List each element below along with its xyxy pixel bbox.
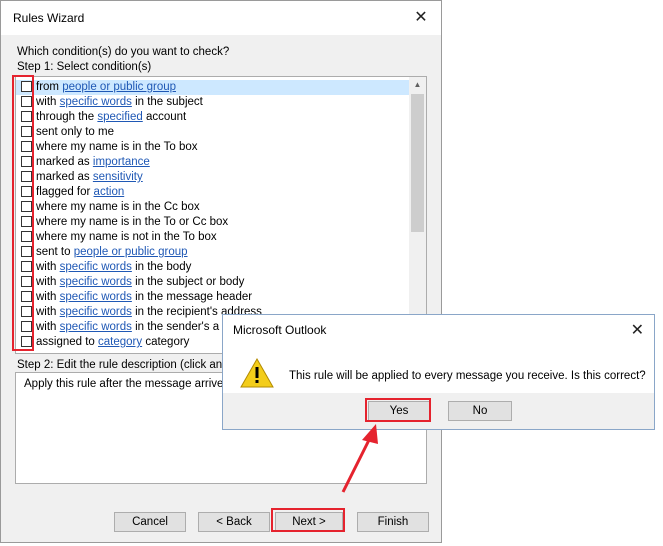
conditions-list[interactable]: from people or public group with specific…	[15, 76, 427, 354]
condition-text: in the subject or body	[131, 276, 245, 288]
wizard-title: Rules Wizard	[13, 11, 85, 25]
close-icon[interactable]: ✕	[631, 320, 644, 340]
condition-text: sent only to me	[36, 126, 114, 138]
condition-text: in the sender's a	[131, 321, 220, 333]
condition-row[interactable]: marked as importance	[16, 155, 410, 170]
condition-text: account	[142, 111, 187, 123]
condition-link[interactable]: specific words	[60, 276, 132, 288]
condition-row[interactable]: with specific words in the subject	[16, 95, 410, 110]
annotation-arrow	[341, 424, 378, 493]
finish-button[interactable]: Finish	[357, 512, 429, 532]
condition-row[interactable]: where my name is in the Cc box	[16, 200, 410, 215]
condition-row[interactable]: where my name is not in the To box	[16, 230, 410, 245]
close-icon[interactable]: ✕	[411, 7, 431, 27]
condition-text: category	[142, 336, 190, 348]
condition-text: in the message header	[131, 291, 253, 303]
condition-label: flagged for action	[36, 185, 124, 200]
condition-label: with specific words in the subject or bo…	[36, 275, 244, 290]
condition-label: where my name is in the Cc box	[36, 200, 200, 215]
condition-label: sent to people or public group	[36, 245, 188, 260]
condition-row[interactable]: from people or public group	[16, 80, 410, 95]
dialog-message: This rule will be applied to every messa…	[289, 370, 646, 382]
condition-label: from people or public group	[36, 80, 176, 95]
condition-link[interactable]: specified	[97, 111, 142, 123]
wizard-titlebar: Rules Wizard ✕	[1, 1, 441, 35]
condition-link[interactable]: people or public group	[62, 81, 176, 93]
condition-row[interactable]: sent to people or public group	[16, 245, 410, 260]
conditions-question: Which condition(s) do you want to check?	[17, 46, 230, 58]
condition-row[interactable]: with specific words in the body	[16, 260, 410, 275]
outlook-confirm-dialog: Microsoft Outlook ✕ This rule will be ap…	[222, 314, 655, 430]
condition-label: sent only to me	[36, 125, 114, 140]
condition-text: with	[36, 261, 60, 273]
condition-text: through the	[36, 111, 98, 123]
no-button[interactable]: No	[448, 401, 512, 421]
scroll-up-icon[interactable]: ▲	[409, 77, 426, 93]
condition-row[interactable]: with specific words in the message heade…	[16, 290, 410, 305]
next-button-highlight	[271, 508, 345, 532]
condition-link[interactable]: action	[94, 186, 125, 198]
condition-row[interactable]: where my name is in the To or Cc box	[16, 215, 410, 230]
scroll-thumb[interactable]	[411, 94, 424, 232]
rule-description-text: Apply this rule after the message arrive	[24, 378, 224, 390]
condition-text: with	[36, 291, 60, 303]
condition-text: flagged for	[36, 186, 94, 198]
condition-label: with specific words in the body	[36, 260, 191, 275]
condition-label: marked as importance	[36, 155, 150, 170]
condition-label: where my name is not in the To box	[36, 230, 217, 245]
condition-text: with	[36, 96, 60, 108]
dialog-content-area: Microsoft Outlook ✕ This rule will be ap…	[223, 315, 654, 393]
condition-text: with	[36, 306, 60, 318]
condition-text: marked as	[36, 156, 93, 168]
condition-row[interactable]: with specific words in the subject or bo…	[16, 275, 410, 290]
condition-text: where my name is in the To box	[36, 141, 198, 153]
condition-label: through the specified account	[36, 110, 186, 125]
step1-label: Step 1: Select condition(s)	[17, 61, 152, 73]
condition-link[interactable]: specific words	[60, 321, 132, 333]
checkbox-column-highlight	[12, 75, 34, 351]
step2-label: Step 2: Edit the rule description (click…	[17, 359, 223, 371]
condition-text: where my name is in the Cc box	[36, 201, 200, 213]
condition-label: marked as sensitivity	[36, 170, 143, 185]
condition-row[interactable]: flagged for action	[16, 185, 410, 200]
condition-label: assigned to category category	[36, 335, 189, 350]
condition-label: with specific words in the message heade…	[36, 290, 252, 305]
condition-label: with specific words in the subject	[36, 95, 203, 110]
back-button[interactable]: < Back	[198, 512, 270, 532]
condition-text: with	[36, 321, 60, 333]
warning-icon	[240, 358, 274, 388]
condition-text: assigned to	[36, 336, 99, 348]
condition-link[interactable]: specific words	[60, 96, 132, 108]
condition-text: in the subject	[131, 96, 203, 108]
condition-text: in the body	[131, 261, 192, 273]
condition-text: where my name is not in the To box	[36, 231, 217, 243]
condition-link[interactable]: specific words	[60, 291, 132, 303]
condition-text: marked as	[36, 171, 93, 183]
condition-link[interactable]: people or public group	[74, 246, 188, 258]
condition-text: with	[36, 276, 60, 288]
condition-label: where my name is in the To box	[36, 140, 198, 155]
condition-text: from	[36, 81, 63, 93]
dialog-title: Microsoft Outlook	[233, 323, 327, 337]
condition-row[interactable]: sent only to me	[16, 125, 410, 140]
condition-link[interactable]: importance	[93, 156, 150, 168]
condition-row[interactable]: marked as sensitivity	[16, 170, 410, 185]
condition-link[interactable]: sensitivity	[93, 171, 143, 183]
condition-link[interactable]: specific words	[60, 306, 132, 318]
condition-link[interactable]: category	[98, 336, 142, 348]
condition-row[interactable]: where my name is in the To box	[16, 140, 410, 155]
cancel-button[interactable]: Cancel	[114, 512, 186, 532]
condition-text: where my name is in the To or Cc box	[36, 216, 229, 228]
conditions-scrollbar[interactable]: ▲	[409, 77, 426, 353]
condition-text: sent to	[36, 246, 74, 258]
condition-row[interactable]: through the specified account	[16, 110, 410, 125]
condition-label: where my name is in the To or Cc box	[36, 215, 228, 230]
condition-link[interactable]: specific words	[60, 261, 132, 273]
condition-label: with specific words in the sender's a	[36, 320, 219, 335]
